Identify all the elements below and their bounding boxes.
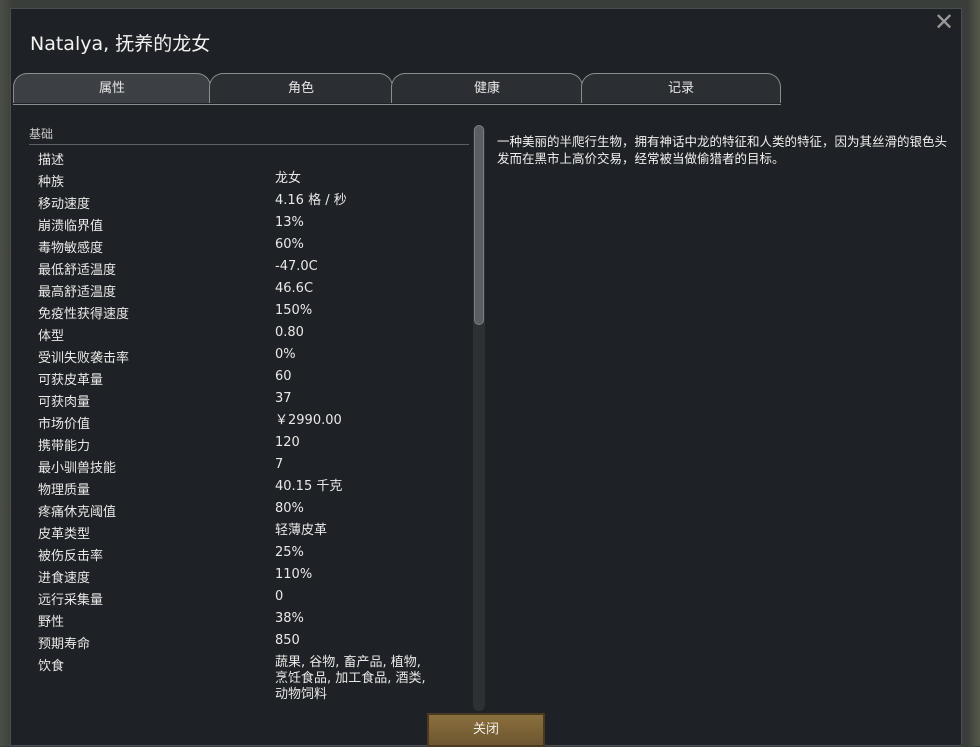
stat-value: 13%	[275, 215, 304, 230]
stat-value: 蔬果, 谷物, 畜产品, 植物, 烹饪食品, 加工食品, 酒类, 动物饲料	[275, 655, 426, 702]
stat-label: 野性	[38, 615, 65, 630]
close-button[interactable]: 关闭	[427, 713, 545, 747]
stat-row[interactable]: 受训失败袭击率 0%	[29, 343, 469, 366]
stat-label: 可获肉量	[38, 395, 91, 410]
stat-value: 60	[275, 369, 292, 384]
stat-value: 850	[275, 633, 300, 648]
category-header: 基础	[29, 125, 469, 145]
stat-label: 免疫性获得速度	[38, 307, 130, 322]
stat-label: 预期寿命	[38, 637, 91, 652]
stat-row[interactable]: 崩溃临界值 13%	[29, 211, 469, 234]
stat-value: 110%	[275, 567, 313, 582]
stat-label: 移动速度	[38, 197, 91, 212]
stat-value: 0.80	[275, 325, 304, 340]
stat-value: 37	[275, 391, 292, 406]
stat-row[interactable]: 远行采集量 0	[29, 585, 469, 608]
stat-row[interactable]: 疼痛休克阈值 80%	[29, 497, 469, 520]
stat-value: 轻薄皮革	[275, 523, 328, 538]
stat-label: 体型	[38, 329, 65, 344]
stat-value: 25%	[275, 545, 304, 560]
stat-label: 皮革类型	[38, 527, 91, 542]
stats-list[interactable]: 基础 描述种族 龙女移动速度 4.16 格 / 秒崩溃临界值 13% 毒物敏感度 60% 最…	[29, 125, 469, 711]
tab-character[interactable]: 角色	[209, 73, 393, 103]
stat-value: 46.6C	[275, 281, 314, 296]
stat-label: 疼痛休克阈值	[38, 505, 117, 520]
stat-label: 可获皮革量	[38, 373, 104, 388]
stat-row[interactable]: 被伤反击率 25%	[29, 541, 469, 564]
stat-row[interactable]: 饮食 蔬果, 谷物, 畜产品, 植物, 烹饪食品, 加工食品, 酒类, 动物饲料	[29, 651, 469, 702]
stat-row[interactable]: 市场价值 ￥2990.00	[29, 409, 469, 432]
stat-row[interactable]: 野性 38%	[29, 607, 469, 630]
stat-label: 描述	[38, 153, 65, 168]
stat-row[interactable]: 进食速度 110%	[29, 563, 469, 586]
stat-value: 0	[275, 589, 284, 604]
scrollbar-thumb[interactable]	[474, 125, 484, 325]
tab-bar: 属性 角色 健康 记录	[13, 73, 793, 105]
description-text: 一种美丽的半爬行生物，拥有神话中龙的特征和人类的特征，因为其丝滑的银色头发而在黑…	[497, 134, 948, 166]
stat-value: 150%	[275, 303, 313, 318]
stat-row[interactable]: 皮革类型 轻薄皮革	[29, 519, 469, 542]
stat-label: 最高舒适温度	[38, 285, 117, 300]
stat-row[interactable]: 免疫性获得速度 150%	[29, 299, 469, 322]
stat-label: 最低舒适温度	[38, 263, 117, 278]
tab-stats[interactable]: 属性	[13, 73, 211, 103]
stat-label: 物理质量	[38, 483, 91, 498]
stat-value: 120	[275, 435, 300, 450]
tab-log[interactable]: 记录	[581, 73, 781, 103]
stat-row[interactable]: 物理质量 40.15 千克	[29, 475, 469, 498]
close-icon[interactable]: ✕	[931, 9, 957, 35]
stat-label: 携带能力	[38, 439, 91, 454]
stat-label: 种族	[38, 175, 65, 190]
stat-value: ￥2990.00	[275, 413, 342, 428]
stat-row[interactable]: 可获皮革量 60	[29, 365, 469, 388]
stat-row[interactable]: 可获肉量 37	[29, 387, 469, 410]
stat-row[interactable]: 携带能力 120	[29, 431, 469, 454]
stat-row[interactable]: 移动速度 4.16 格 / 秒	[29, 189, 469, 212]
stat-row[interactable]: 最小驯兽技能 7	[29, 453, 469, 476]
stat-label: 最小驯兽技能	[38, 461, 117, 476]
stat-row[interactable]: 体型 0.80	[29, 321, 469, 344]
stat-row[interactable]: 描述	[29, 145, 469, 168]
stat-label: 市场价值	[38, 417, 91, 432]
stat-value: 0%	[275, 347, 296, 362]
tab-divider	[13, 104, 781, 105]
stat-row[interactable]: 种族 龙女	[29, 167, 469, 190]
stat-row[interactable]: 毒物敏感度 60%	[29, 233, 469, 256]
stat-label: 远行采集量	[38, 593, 104, 608]
stat-value: -47.0C	[275, 259, 318, 274]
stat-value: 40.15 千克	[275, 479, 343, 494]
stat-row[interactable]: 预期寿命 850	[29, 629, 469, 652]
stat-value: 38%	[275, 611, 304, 626]
info-dialog: Natalya, 抚养的龙女 ✕ 属性 角色 健康 记录 基础 描述种族 龙女移动…	[10, 8, 962, 747]
stats-scrollbar[interactable]	[473, 125, 485, 711]
stat-label: 毒物敏感度	[38, 241, 104, 256]
stat-label: 崩溃临界值	[38, 219, 104, 234]
background-right	[968, 0, 980, 746]
stat-label: 进食速度	[38, 571, 91, 586]
stat-label: 饮食	[38, 659, 65, 674]
stat-row[interactable]: 最高舒适温度 46.6C	[29, 277, 469, 300]
stat-label: 受训失败袭击率	[38, 351, 130, 366]
stat-label: 被伤反击率	[38, 549, 104, 564]
tab-health[interactable]: 健康	[391, 73, 583, 103]
stat-value: 60%	[275, 237, 304, 252]
stat-row[interactable]: 最低舒适温度 -47.0C	[29, 255, 469, 278]
stat-value: 80%	[275, 501, 304, 516]
stat-value: 7	[275, 457, 284, 472]
dialog-title: Natalya, 抚养的龙女	[30, 33, 211, 55]
stat-value: 龙女	[275, 171, 302, 186]
stat-value: 4.16 格 / 秒	[275, 193, 347, 208]
